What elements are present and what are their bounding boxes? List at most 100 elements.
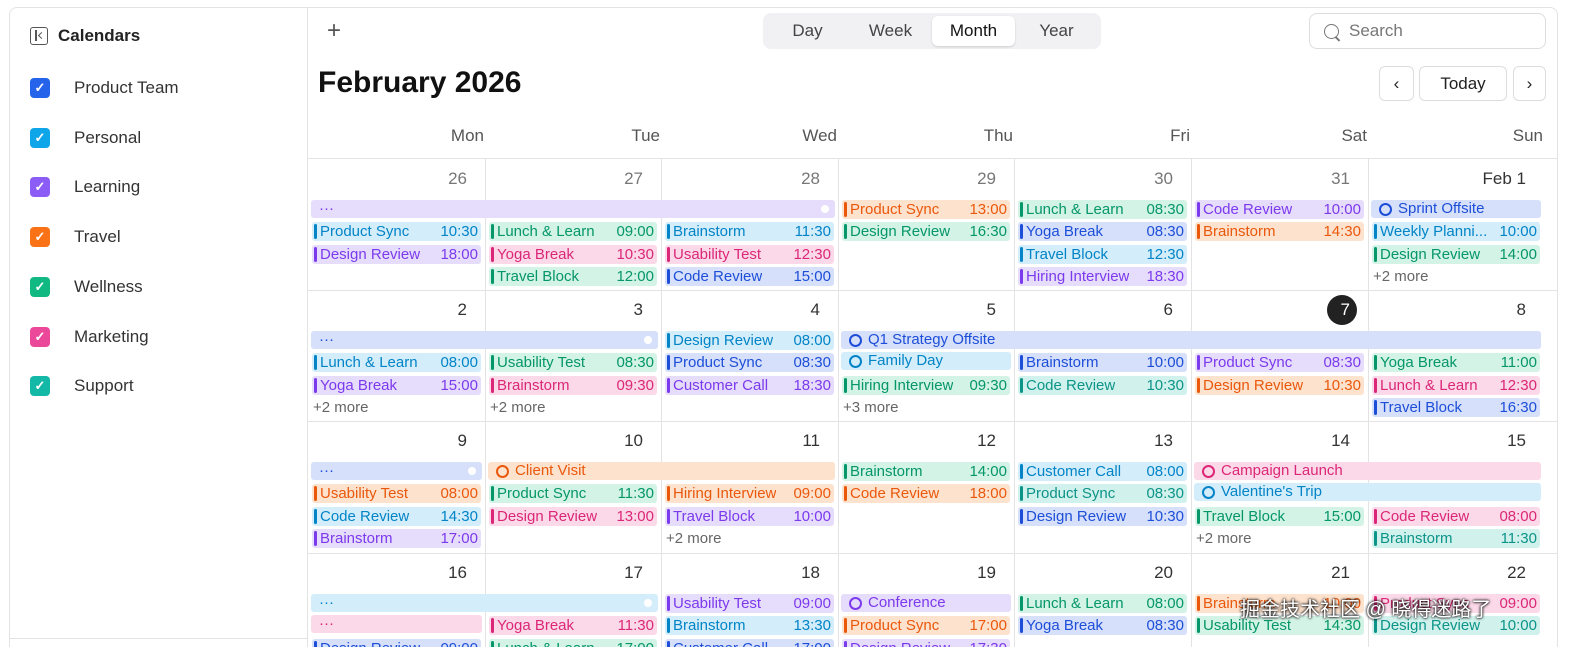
- multi-day-event[interactable]: Sprint Offsite: [1371, 200, 1541, 218]
- view-month[interactable]: Month: [932, 16, 1015, 46]
- event-chip[interactable]: Code Review 14:30: [312, 506, 481, 526]
- event-chip[interactable]: Code Review 18:00: [842, 484, 1010, 504]
- event-chip[interactable]: Design Review 08:00: [665, 331, 834, 350]
- event-chip[interactable]: Hiring Interview 09:30: [842, 375, 1010, 395]
- day-number[interactable]: 29: [896, 169, 996, 189]
- event-chip[interactable]: Brainstorm 11:30: [1372, 528, 1540, 548]
- event-chip[interactable]: Yoga Break 10:30: [489, 244, 657, 264]
- day-number[interactable]: 3: [543, 300, 643, 320]
- event-chip[interactable]: Product Sync 13:00: [842, 200, 1010, 219]
- event-chip[interactable]: Travel Block 12:30: [1018, 244, 1187, 264]
- event-chip[interactable]: Yoga Break 08:30: [1018, 222, 1187, 242]
- event-chip[interactable]: Design Review 13:00: [489, 506, 657, 526]
- view-year[interactable]: Year: [1015, 16, 1098, 46]
- view-week[interactable]: Week: [849, 16, 932, 46]
- event-chip[interactable]: Lunch & Learn 08:30: [1018, 200, 1187, 219]
- prev-month-button[interactable]: ‹: [1379, 66, 1414, 101]
- event-chip[interactable]: Brainstorm 17:00: [312, 528, 481, 548]
- multi-day-event[interactable]: Conference: [841, 594, 1011, 612]
- next-month-button[interactable]: ›: [1513, 66, 1546, 101]
- calendar-item[interactable]: ✓ Personal: [30, 127, 141, 148]
- event-chip[interactable]: Customer Call 08:00: [1018, 462, 1187, 481]
- more-events-link[interactable]: +2 more: [1373, 268, 1428, 285]
- event-chip[interactable]: Brainstorm 10:00: [1018, 353, 1187, 373]
- day-number[interactable]: 9: [367, 431, 467, 451]
- search-input[interactable]: Search: [1309, 13, 1546, 49]
- event-chip[interactable]: Lunch & Learn 08:00: [312, 353, 481, 373]
- event-chip[interactable]: Product Sync 08:30: [665, 353, 834, 373]
- event-chip[interactable]: Yoga Break 11:30: [489, 616, 657, 636]
- day-number[interactable]: 11: [720, 431, 820, 451]
- day-number[interactable]: 26: [367, 169, 467, 189]
- event-chip[interactable]: Design Review 10:30: [1018, 506, 1187, 526]
- event-chip[interactable]: Brainstorm 09:30: [489, 375, 657, 395]
- day-number[interactable]: 8: [1426, 300, 1526, 320]
- view-day[interactable]: Day: [766, 16, 849, 46]
- calendar-item[interactable]: ✓ Product Team: [30, 78, 179, 98]
- day-number[interactable]: 6: [1073, 300, 1173, 320]
- event-chip[interactable]: Code Review 15:00: [665, 266, 834, 286]
- event-chip[interactable]: Lunch & Learn 12:30: [1372, 375, 1540, 395]
- event-chip[interactable]: Lunch & Learn 17:00: [489, 638, 657, 647]
- day-number[interactable]: 2: [367, 300, 467, 320]
- multi-day-event[interactable]: ···: [311, 200, 835, 218]
- event-chip[interactable]: Yoga Break 15:00: [312, 375, 481, 395]
- multi-day-event[interactable]: Family Day: [841, 352, 1011, 370]
- event-chip[interactable]: Hiring Interview 18:30: [1018, 266, 1187, 286]
- more-events-link[interactable]: +2 more: [1196, 530, 1251, 547]
- event-chip[interactable]: Design Review 17:30: [842, 638, 1010, 647]
- more-events-link[interactable]: +2 more: [313, 399, 368, 416]
- event-chip[interactable]: Code Review 08:00: [1372, 506, 1540, 526]
- event-chip[interactable]: Yoga Break 11:00: [1372, 353, 1540, 373]
- event-chip[interactable]: Weekly Planni... 10:00: [1372, 222, 1540, 242]
- checkbox-icon[interactable]: ✓: [30, 127, 50, 148]
- multi-day-event[interactable]: ···: [311, 462, 482, 480]
- checkbox-icon[interactable]: ✓: [30, 227, 50, 248]
- multi-day-event[interactable]: ···: [311, 331, 658, 349]
- event-chip[interactable]: Customer Call 18:30: [665, 375, 834, 395]
- day-number[interactable]: 10: [543, 431, 643, 451]
- event-chip[interactable]: Design Review 09:00: [312, 638, 481, 647]
- event-chip[interactable]: Design Review 10:30: [1195, 375, 1364, 395]
- event-chip[interactable]: Travel Block 10:00: [665, 506, 834, 526]
- event-chip[interactable]: Design Review 14:00: [1372, 244, 1540, 264]
- checkbox-icon[interactable]: ✓: [30, 326, 50, 347]
- event-chip[interactable]: Product Sync 08:30: [1018, 484, 1187, 504]
- day-number[interactable]: 28: [720, 169, 820, 189]
- day-number[interactable]: 22: [1426, 563, 1526, 583]
- event-chip[interactable]: Travel Block 15:00: [1195, 506, 1364, 526]
- event-chip[interactable]: Hiring Interview 09:00: [665, 484, 834, 504]
- multi-day-event[interactable]: Q1 Strategy Offsite: [841, 331, 1541, 349]
- calendar-item[interactable]: ✓ Marketing: [30, 326, 149, 347]
- event-chip[interactable]: Code Review 10:00: [1195, 200, 1364, 219]
- event-chip[interactable]: Product Sync 11:30: [489, 484, 657, 504]
- multi-day-event[interactable]: ···: [311, 594, 658, 612]
- day-number[interactable]: 17: [543, 563, 643, 583]
- day-number[interactable]: 16: [367, 563, 467, 583]
- calendar-item[interactable]: ✓ Wellness: [30, 276, 143, 297]
- day-number[interactable]: Feb 1: [1426, 169, 1526, 189]
- today-button[interactable]: Today: [1419, 66, 1507, 101]
- calendar-item[interactable]: ✓ Support: [30, 376, 134, 397]
- multi-day-event[interactable]: Client Visit: [488, 462, 835, 480]
- event-chip[interactable]: Product Sync 08:30: [1195, 353, 1364, 373]
- event-chip[interactable]: Brainstorm 14:00: [842, 462, 1010, 481]
- event-chip[interactable]: Customer Call 17:00: [665, 638, 834, 647]
- event-chip[interactable]: Code Review 10:30: [1018, 375, 1187, 395]
- checkbox-icon[interactable]: ✓: [30, 177, 50, 198]
- day-number[interactable]: 4: [720, 300, 820, 320]
- more-events-link[interactable]: +2 more: [490, 399, 545, 416]
- calendar-item[interactable]: ✓ Learning: [30, 177, 140, 198]
- event-chip[interactable]: Travel Block 12:00: [489, 266, 657, 286]
- event-chip[interactable]: Usability Test 08:00: [312, 484, 481, 504]
- day-number[interactable]: 31: [1250, 169, 1350, 189]
- checkbox-icon[interactable]: ✓: [30, 376, 50, 397]
- day-number[interactable]: 14: [1250, 431, 1350, 451]
- event-chip[interactable]: Brainstorm 11:30: [665, 222, 834, 242]
- multi-day-event[interactable]: Campaign Launch: [1194, 462, 1541, 480]
- event-chip[interactable]: Lunch & Learn 09:00: [489, 222, 657, 242]
- day-number[interactable]: 21: [1250, 563, 1350, 583]
- event-chip[interactable]: Product Sync 10:30: [312, 222, 481, 242]
- day-number[interactable]: 20: [1073, 563, 1173, 583]
- day-number[interactable]: 5: [896, 300, 996, 320]
